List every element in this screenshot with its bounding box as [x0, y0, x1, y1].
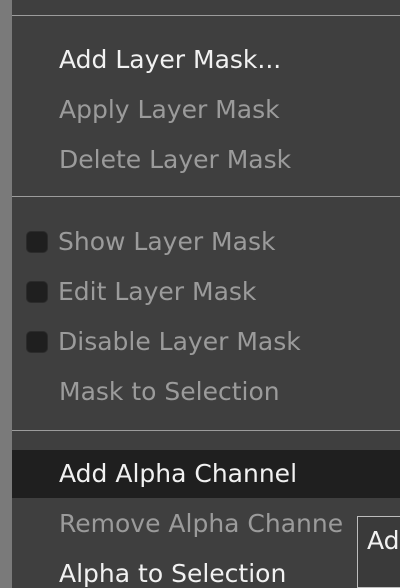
menu-item-add-alpha-channel[interactable]: Add Alpha Channel [12, 450, 400, 498]
menu-separator [12, 196, 400, 197]
background-window-edge [0, 0, 12, 588]
menu-item-edit-layer-mask[interactable]: Edit Layer Mask [12, 268, 400, 316]
menu-item-label: Apply Layer Mask [59, 95, 280, 124]
layer-context-menu: Add Layer Mask... Apply Layer Mask Delet… [12, 0, 400, 588]
menu-item-label: Edit Layer Mask [58, 277, 257, 306]
menu-item-delete-layer-mask[interactable]: Delete Layer Mask [12, 136, 400, 184]
checkbox-unchecked-icon[interactable] [26, 281, 48, 303]
menu-item-label: Add Layer Mask... [59, 45, 282, 74]
menu-item-label: Remove Alpha Channe [59, 509, 344, 538]
menu-separator [12, 430, 400, 431]
menu-item-mask-to-selection[interactable]: Mask to Selection [12, 368, 400, 416]
screen: Add Layer Mask... Apply Layer Mask Delet… [0, 0, 400, 588]
menu-item-apply-layer-mask[interactable]: Apply Layer Mask [12, 86, 400, 134]
menu-item-remove-alpha-channel[interactable]: Remove Alpha Channe [12, 500, 400, 548]
menu-item-disable-layer-mask[interactable]: Disable Layer Mask [12, 318, 400, 366]
menu-item-add-layer-mask[interactable]: Add Layer Mask... [12, 36, 400, 84]
menu-item-label: Delete Layer Mask [59, 145, 292, 174]
tooltip: Ad [357, 516, 400, 588]
menu-separator [12, 15, 400, 16]
menu-item-label: Alpha to Selection [59, 559, 287, 588]
menu-item-label: Add Alpha Channel [59, 459, 298, 488]
tooltip-text: Ad [367, 526, 400, 555]
menu-item-alpha-to-selection[interactable]: Alpha to Selection [12, 550, 400, 588]
menu-item-label: Mask to Selection [59, 377, 280, 406]
menu-item-show-layer-mask[interactable]: Show Layer Mask [12, 218, 400, 266]
menu-item-label: Show Layer Mask [58, 227, 276, 256]
checkbox-unchecked-icon[interactable] [26, 331, 48, 353]
menu-item-label: Disable Layer Mask [58, 327, 301, 356]
checkbox-unchecked-icon[interactable] [26, 231, 48, 253]
